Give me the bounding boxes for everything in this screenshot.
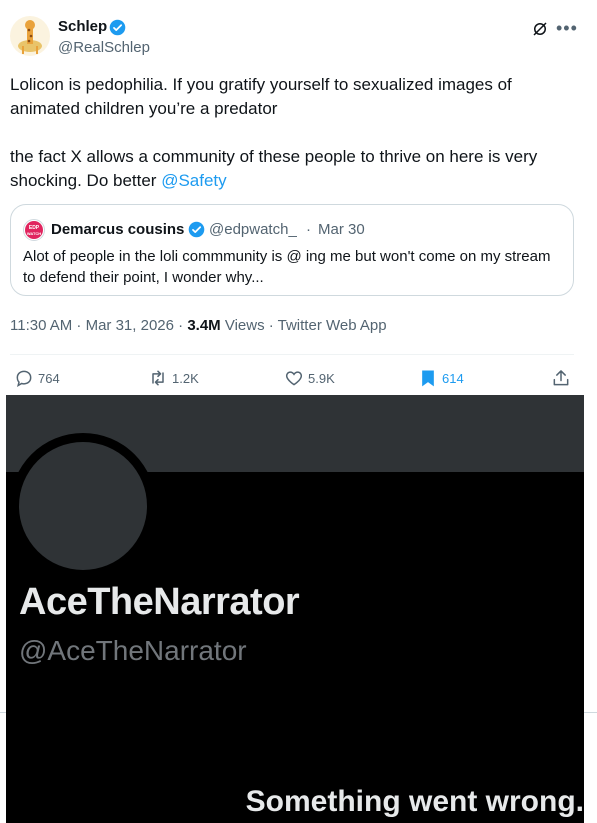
more-options-icon[interactable]: ••• — [556, 18, 578, 39]
verified-badge-icon — [109, 19, 126, 36]
like-button[interactable]: 5.9K — [284, 368, 335, 388]
divider — [0, 712, 6, 713]
bookmark-icon — [422, 370, 434, 387]
quoted-tweet[interactable]: EDP WATCH Demarcus cousins @edpwatch_ · … — [10, 204, 574, 296]
tweet-text: Lolicon is pedophilia. If you gratify yo… — [10, 73, 570, 193]
timestamp[interactable]: 11:30 AM · Mar 31, 2026 · — [10, 317, 187, 334]
embedded-media-image[interactable]: AceTheNarrator @AceTheNarrator Something… — [6, 395, 584, 823]
divider — [584, 712, 597, 713]
bookmark-button[interactable]: 614 — [418, 368, 464, 388]
view-count: 3.4M — [187, 317, 221, 334]
mention-link[interactable]: @Safety — [161, 171, 226, 190]
author-name[interactable]: Schlep — [58, 18, 107, 35]
tweet: Schlep @RealSchlep ••• Lolicon is pedoph… — [0, 0, 597, 395]
quote-text: Alot of people in the loli commmunity is… — [23, 248, 551, 286]
profile-handle: @AceTheNarrator — [19, 635, 247, 666]
grok-icon[interactable] — [531, 20, 549, 38]
reply-button[interactable]: 764 — [14, 368, 60, 388]
repost-button[interactable]: 1.2K — [148, 368, 199, 388]
reply-icon — [16, 370, 32, 388]
tweet-paragraph-1: Lolicon is pedophilia. If you gratify yo… — [10, 75, 517, 118]
repost-count: 1.2K — [172, 370, 199, 386]
verified-badge-icon — [188, 221, 205, 238]
quote-date[interactable]: Mar 30 — [318, 221, 365, 238]
author-avatar[interactable] — [10, 16, 50, 56]
error-message: Something went wrong. — [245, 785, 584, 818]
heart-icon — [285, 371, 303, 386]
tweet-paragraph-2: the fact X allows a community of these p… — [10, 147, 542, 190]
repost-icon — [152, 370, 164, 386]
divider — [10, 354, 574, 355]
quote-separator: · — [306, 221, 311, 238]
share-button[interactable] — [551, 368, 571, 388]
reply-count: 764 — [38, 370, 60, 386]
profile-name: AceTheNarrator — [19, 581, 300, 623]
like-count: 5.9K — [308, 370, 335, 386]
quote-author-handle[interactable]: @edpwatch_ — [209, 221, 297, 238]
quote-avatar[interactable]: EDP WATCH — [23, 219, 45, 241]
quote-author-name[interactable]: Demarcus cousins — [51, 221, 184, 238]
svg-text:WATCH: WATCH — [27, 231, 41, 236]
views-suffix: Views · Twitter Web App — [220, 317, 387, 334]
tweet-metadata: 11:30 AM · Mar 31, 2026 · 3.4M Views · T… — [10, 317, 387, 334]
author-handle[interactable]: @RealSchlep — [58, 39, 150, 56]
profile-avatar — [19, 442, 147, 570]
share-icon — [553, 370, 569, 386]
bookmark-count: 614 — [442, 370, 464, 386]
